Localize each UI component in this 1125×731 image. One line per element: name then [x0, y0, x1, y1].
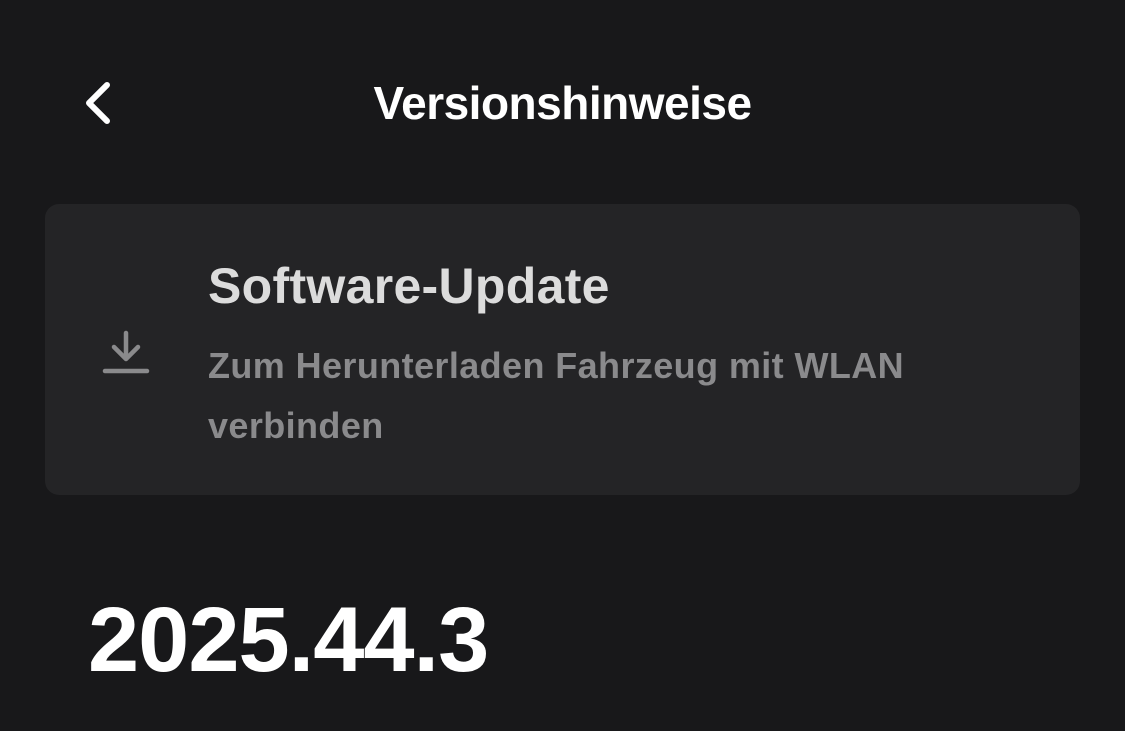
- page-title: Versionshinweise: [373, 77, 752, 129]
- download-icon: [102, 330, 150, 374]
- software-update-subtitle: Zum Herunterladen Fahrzeug mit WLAN verb…: [208, 345, 905, 446]
- software-update-title: Software-Update: [208, 258, 610, 314]
- release-notes-screen: Versionshinweise Software-Update Zum Her…: [0, 0, 1125, 731]
- header-bar: Versionshinweise: [0, 0, 1125, 200]
- version-number: 2025.44.3: [88, 589, 489, 691]
